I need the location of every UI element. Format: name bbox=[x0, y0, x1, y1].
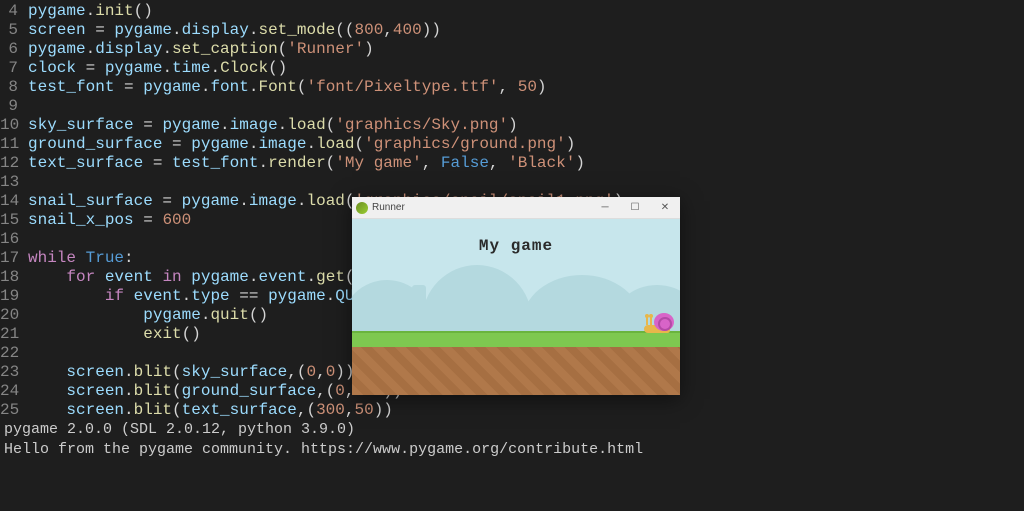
code-line[interactable]: 5screen = pygame.display.set_mode((800,4… bbox=[0, 21, 1024, 40]
line-number: 15 bbox=[0, 211, 28, 230]
code-content[interactable]: pygame.display.set_caption('Runner') bbox=[28, 40, 1024, 59]
line-number: 9 bbox=[0, 97, 28, 116]
terminal-line: pygame 2.0.0 (SDL 2.0.12, python 3.9.0) bbox=[4, 420, 1024, 440]
hills-background bbox=[352, 265, 680, 335]
code-content[interactable]: ground_surface = pygame.image.load('grap… bbox=[28, 135, 1024, 154]
window-titlebar[interactable]: Runner ─ ☐ ✕ bbox=[352, 197, 680, 219]
terminal-line: Hello from the pygame community. https:/… bbox=[4, 440, 1024, 460]
line-number: 5 bbox=[0, 21, 28, 40]
code-line[interactable]: 9 bbox=[0, 97, 1024, 116]
line-number: 7 bbox=[0, 59, 28, 78]
line-number: 14 bbox=[0, 192, 28, 211]
code-line[interactable]: 4pygame.init() bbox=[0, 2, 1024, 21]
close-button[interactable]: ✕ bbox=[650, 197, 680, 218]
code-line[interactable]: 25 screen.blit(text_surface,(300,50)) bbox=[0, 401, 1024, 420]
app-icon bbox=[356, 202, 368, 214]
code-line[interactable]: 11ground_surface = pygame.image.load('gr… bbox=[0, 135, 1024, 154]
minimize-button[interactable]: ─ bbox=[590, 197, 620, 218]
line-number: 16 bbox=[0, 230, 28, 249]
line-number: 24 bbox=[0, 382, 28, 401]
code-line[interactable]: 6pygame.display.set_caption('Runner') bbox=[0, 40, 1024, 59]
game-canvas: My game bbox=[352, 219, 680, 395]
line-number: 6 bbox=[0, 40, 28, 59]
line-number: 19 bbox=[0, 287, 28, 306]
snail-sprite bbox=[644, 311, 676, 333]
code-content[interactable]: pygame.init() bbox=[28, 2, 1024, 21]
line-number: 11 bbox=[0, 135, 28, 154]
code-content[interactable]: clock = pygame.time.Clock() bbox=[28, 59, 1024, 78]
code-content[interactable]: screen.blit(text_surface,(300,50)) bbox=[28, 401, 1024, 420]
terminal-output: pygame 2.0.0 (SDL 2.0.12, python 3.9.0) … bbox=[0, 420, 1024, 460]
code-line[interactable]: 10sky_surface = pygame.image.load('graph… bbox=[0, 116, 1024, 135]
code-editor[interactable]: 4pygame.init()5screen = pygame.display.s… bbox=[0, 0, 1024, 511]
grass-strip bbox=[352, 331, 680, 347]
line-number: 25 bbox=[0, 401, 28, 420]
code-line[interactable]: 8test_font = pygame.font.Font('font/Pixe… bbox=[0, 78, 1024, 97]
line-number: 22 bbox=[0, 344, 28, 363]
line-number: 21 bbox=[0, 325, 28, 344]
line-number: 13 bbox=[0, 173, 28, 192]
line-number: 23 bbox=[0, 363, 28, 382]
maximize-button[interactable]: ☐ bbox=[620, 197, 650, 218]
line-number: 10 bbox=[0, 116, 28, 135]
line-number: 8 bbox=[0, 78, 28, 97]
line-number: 12 bbox=[0, 154, 28, 173]
code-content[interactable]: test_font = pygame.font.Font('font/Pixel… bbox=[28, 78, 1024, 97]
line-number: 17 bbox=[0, 249, 28, 268]
ground-surface bbox=[352, 347, 680, 395]
code-line[interactable]: 12text_surface = test_font.render('My ga… bbox=[0, 154, 1024, 173]
code-content[interactable]: screen = pygame.display.set_mode((800,40… bbox=[28, 21, 1024, 40]
code-line[interactable]: 13 bbox=[0, 173, 1024, 192]
code-line[interactable]: 7clock = pygame.time.Clock() bbox=[0, 59, 1024, 78]
line-number: 18 bbox=[0, 268, 28, 287]
code-content[interactable]: text_surface = test_font.render('My game… bbox=[28, 154, 1024, 173]
code-content[interactable]: sky_surface = pygame.image.load('graphic… bbox=[28, 116, 1024, 135]
pygame-window[interactable]: Runner ─ ☐ ✕ My game bbox=[352, 197, 680, 395]
line-number: 4 bbox=[0, 2, 28, 21]
game-title-text: My game bbox=[352, 237, 680, 255]
window-title: Runner bbox=[372, 202, 405, 213]
line-number: 20 bbox=[0, 306, 28, 325]
